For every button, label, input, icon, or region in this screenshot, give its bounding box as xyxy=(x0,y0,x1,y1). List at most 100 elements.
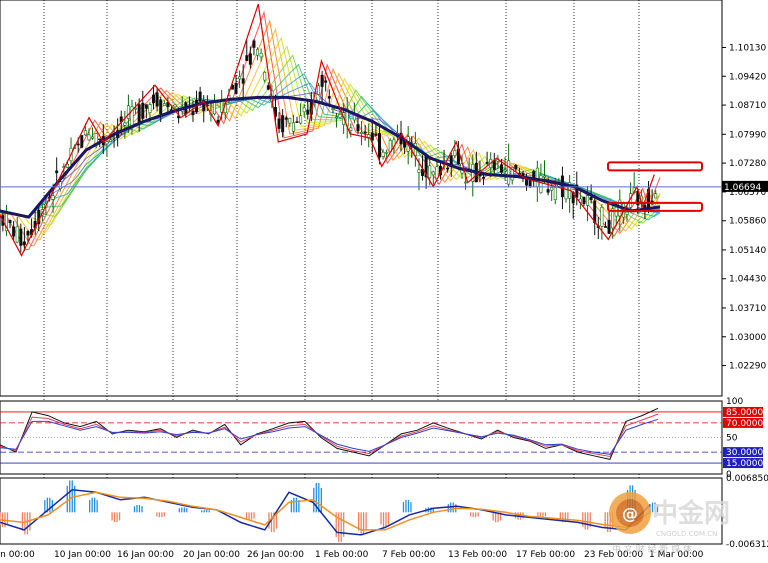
candle-body xyxy=(352,115,356,121)
candle-body xyxy=(281,115,285,133)
trading-chart[interactable]: 1.101301.094201.087101.079901.072801.065… xyxy=(0,0,768,563)
macd-axis: 0.0068503 -0.0063126 xyxy=(726,474,768,550)
time-tick-label: 17 Feb 00:00 xyxy=(516,550,575,560)
candle-body xyxy=(234,83,238,94)
macd-tick-label: -0.0063126 xyxy=(726,540,768,550)
candle-body xyxy=(144,104,148,109)
price-axis: 1.101301.094201.087101.079901.072801.065… xyxy=(722,43,766,372)
osc-tick-label: 50 xyxy=(726,434,738,444)
candle-body xyxy=(83,130,87,136)
candle-body xyxy=(306,109,310,115)
price-tick-label: 1.07990 xyxy=(729,130,766,140)
candle-body xyxy=(259,52,263,58)
candle-body xyxy=(446,167,450,170)
price-panel xyxy=(0,0,723,397)
time-axis: Jan 00:00 10 Jan 00:00 16 Jan 00:00 20 Jan … xyxy=(0,550,704,560)
candle-body xyxy=(503,169,507,172)
candle-body xyxy=(331,108,335,110)
time-tick-label: 13 Feb 00:00 xyxy=(448,550,507,560)
price-tick-label: 1.07280 xyxy=(729,159,766,169)
candle-body xyxy=(374,133,378,136)
candle-body xyxy=(98,138,102,141)
candle-body xyxy=(105,141,109,145)
candle-body xyxy=(453,150,457,156)
candle-body xyxy=(546,189,550,193)
candle-body xyxy=(173,104,177,108)
candle-body xyxy=(155,92,159,107)
candle-body xyxy=(428,165,432,179)
candle-body xyxy=(126,105,130,119)
price-tick-label: 1.03710 xyxy=(729,304,766,314)
current-price-label: 1.06694 xyxy=(724,183,761,193)
candle-body xyxy=(535,167,539,188)
candle-body xyxy=(603,226,607,228)
candle-body xyxy=(560,175,564,198)
candle-body xyxy=(482,177,486,179)
candle-body xyxy=(252,40,256,48)
candle-body xyxy=(277,118,281,129)
candle-body xyxy=(370,132,374,141)
candle-body xyxy=(26,231,30,236)
osc-level-label: 30.0000 xyxy=(726,448,763,458)
price-tick-label: 1.02290 xyxy=(729,362,766,372)
candle-body xyxy=(589,197,593,200)
candle-body xyxy=(356,124,360,132)
candle-body xyxy=(22,241,26,245)
time-tick-label: 7 Feb 00:00 xyxy=(382,550,436,560)
time-tick-label: 16 Jan 00:00 xyxy=(117,550,174,560)
candle-body xyxy=(302,107,306,113)
candle-body xyxy=(550,187,554,191)
price-tick-label: 1.10130 xyxy=(729,43,766,53)
candle-body xyxy=(198,91,202,102)
candle-body xyxy=(435,166,439,179)
candle-body xyxy=(191,110,195,115)
candle-body xyxy=(417,169,421,173)
price-tick-label: 1.08710 xyxy=(729,101,766,111)
candle-body xyxy=(238,76,242,80)
candle-body xyxy=(248,53,252,65)
candle-body xyxy=(245,55,249,61)
candle-body xyxy=(162,103,166,106)
osc-level-label: 15.0000 xyxy=(726,459,763,469)
candle-body xyxy=(159,99,163,114)
candle-body xyxy=(15,226,19,243)
time-tick-label: 20 Jan 00:00 xyxy=(183,550,240,560)
candle-body xyxy=(51,195,55,200)
candle-body xyxy=(58,181,62,189)
price-tick-label: 1.05860 xyxy=(729,217,766,227)
candle-body xyxy=(600,207,604,227)
candle-body xyxy=(363,131,367,134)
candle-body xyxy=(123,122,127,126)
candle-body xyxy=(55,170,59,174)
osc-tick-label: 100 xyxy=(726,397,743,407)
candle-body xyxy=(499,164,503,173)
candle-body xyxy=(320,74,324,87)
candle-body xyxy=(593,200,597,223)
candle-body xyxy=(334,116,338,119)
candle-body xyxy=(385,152,389,154)
candle-body xyxy=(317,85,321,95)
candle-body xyxy=(327,96,331,99)
macd-tick-label: 0.0068503 xyxy=(726,474,768,484)
watermark-brand: 中金网 xyxy=(652,498,730,529)
candle-body xyxy=(586,195,590,206)
candle-body xyxy=(507,160,511,185)
candle-body xyxy=(431,171,435,176)
price-tick-label: 1.04430 xyxy=(729,275,766,285)
candle-body xyxy=(137,104,141,125)
osc-level-label: 70.0000 xyxy=(726,419,763,429)
candle-body xyxy=(464,181,468,184)
time-tick-label: 10 Jan 00:00 xyxy=(54,550,111,560)
candle-body xyxy=(360,132,364,134)
candle-body xyxy=(87,134,91,141)
candle-body xyxy=(625,211,629,215)
candle-body xyxy=(607,219,611,234)
candle-body xyxy=(492,159,496,170)
candle-body xyxy=(324,80,328,83)
candle-body xyxy=(654,193,658,199)
candle-body xyxy=(12,226,16,237)
candle-body xyxy=(295,121,299,123)
candle-body xyxy=(91,136,95,139)
candle-body xyxy=(141,102,145,119)
price-tick-label: 1.03000 xyxy=(729,333,766,343)
